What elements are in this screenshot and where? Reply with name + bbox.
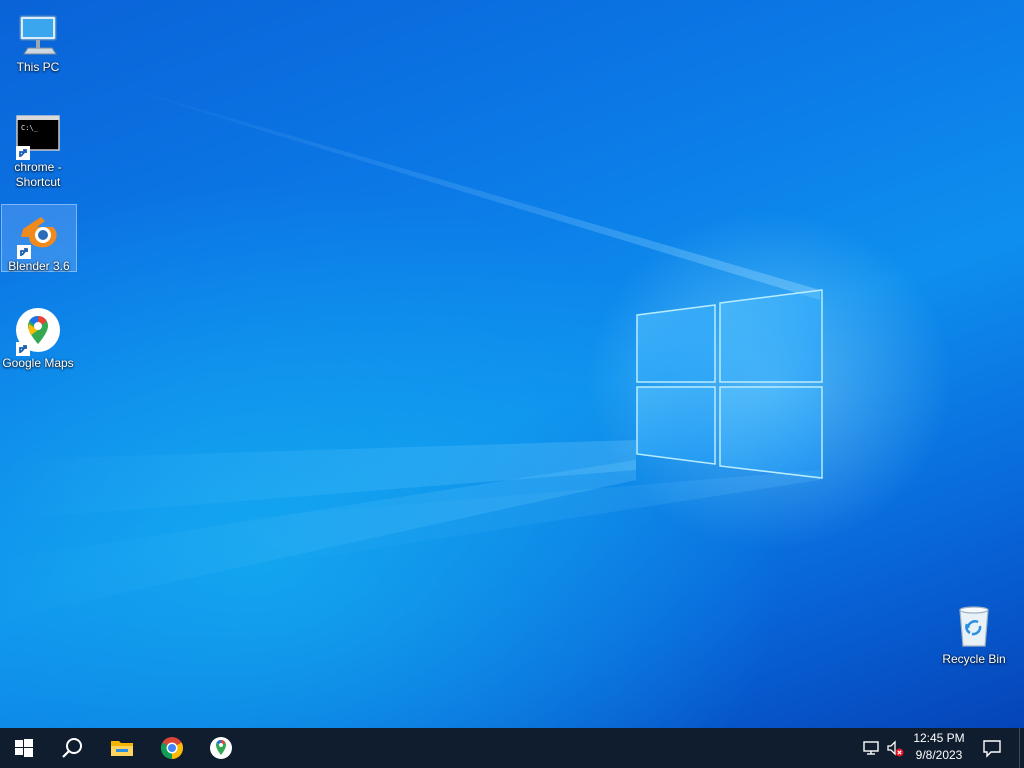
clock-date: 9/8/2023 [915,748,963,762]
taskbar-clock[interactable]: 12:45 PM 9/8/2023 [904,730,974,764]
folder-icon [111,741,133,756]
blender-icon [15,209,63,259]
notification-icon[interactable] [982,738,1002,758]
desktop-icon-google-maps[interactable]: Google Maps [0,302,76,371]
wallpaper-light-beams [0,80,823,620]
desktop-icon-label: Recycle Bin [942,652,1006,666]
taskbar-google-maps[interactable] [197,728,245,768]
desktop-icon-label: This PC [16,60,60,74]
clock-time: 12:45 PM [913,731,965,745]
desktop-icon-chrome-shortcut[interactable]: C:\_ chrome - Shortcut [0,106,76,190]
desktop-icon-label: chrome - Shortcut [14,160,62,189]
shortcut-arrow-icon [16,146,30,160]
desktop-icon-blender[interactable]: Blender 3.6 [1,204,77,273]
command-prompt-icon: C:\_ [14,110,62,160]
windows-start-icon [15,739,33,757]
desktop-icon-label: Google Maps [2,356,74,370]
computer-icon [14,10,62,58]
network-icon[interactable] [861,738,881,758]
shortcut-arrow-icon [16,342,30,356]
chrome-icon [161,737,183,759]
google-maps-icon [210,737,232,759]
desktop-icon-label: Blender 3.6 [8,259,70,273]
google-maps-icon [14,306,62,356]
desktop-icon-recycle-bin[interactable]: Recycle Bin [936,598,1012,667]
search-button[interactable] [48,728,96,768]
show-desktop-button[interactable] [1019,728,1024,768]
volume-muted-icon[interactable] [885,738,905,758]
windows-logo [636,289,823,479]
taskbar-file-explorer[interactable] [98,728,146,768]
start-button[interactable] [0,728,48,768]
desktop[interactable]: This PC C:\_ chrome - Shortcut Blender 3… [0,0,1024,728]
taskbar-chrome[interactable] [148,728,196,768]
svg-text:C:\_: C:\_ [21,124,39,132]
taskbar: 12:45 PM 9/8/2023 [0,728,1024,768]
search-icon [62,738,82,758]
shortcut-arrow-icon [17,245,31,259]
desktop-icon-this-pc[interactable]: This PC [0,6,76,75]
recycle-bin-icon [950,602,998,650]
